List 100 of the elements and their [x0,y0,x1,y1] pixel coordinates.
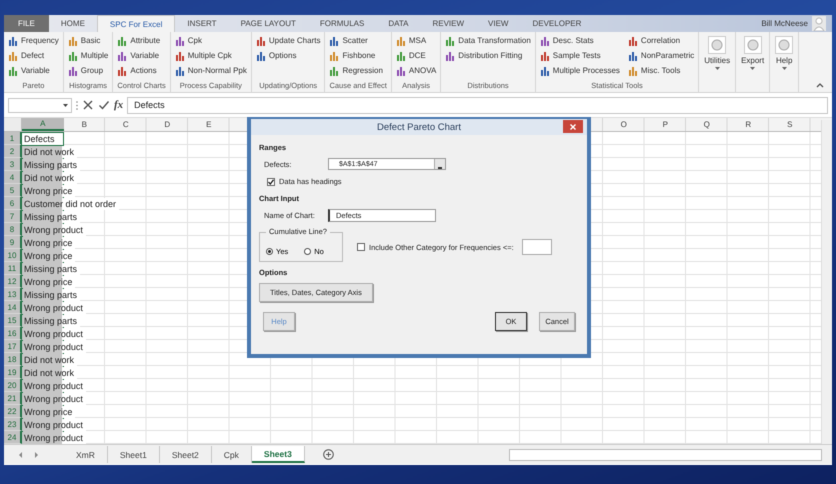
row-header[interactable]: 15 [4,314,22,327]
ribbon-tab[interactable]: FORMULAS [308,15,376,32]
row-header[interactable]: 12 [4,275,22,288]
row-header[interactable]: 3 [4,158,22,171]
row-header[interactable]: 9 [4,236,22,249]
row-header[interactable]: 7 [4,210,22,223]
ribbon-item[interactable]: Options [256,49,320,62]
row-header[interactable]: 16 [4,327,22,340]
row-header[interactable]: 8 [4,223,22,236]
row-header[interactable]: 11 [4,262,22,275]
column-header[interactable]: E [188,118,230,131]
ribbon-item[interactable]: Distribution Fitting [445,49,531,62]
ribbon-item[interactable]: Attribute [117,34,160,47]
sheet-tab[interactable]: Sheet1 [108,446,160,463]
column-header[interactable]: D [146,118,188,131]
row-header[interactable]: 14 [4,301,22,314]
ribbon-item[interactable]: Fishbone [329,49,383,62]
checkbox[interactable] [357,243,365,251]
function-button[interactable]: fx [114,99,124,111]
sheet-tab[interactable]: Sheet3 [252,446,305,463]
chart-icon [445,50,456,61]
ribbon-tab[interactable]: PAGE LAYOUT [228,15,308,32]
column-header[interactable]: B [64,118,105,131]
row-header[interactable]: 6 [4,197,22,210]
row-header[interactable]: 20 [4,379,22,392]
vertical-scrollbar[interactable] [821,120,832,447]
name-box[interactable] [8,98,72,112]
chart-icon [8,65,18,76]
check-icon[interactable] [98,99,110,111]
row-header[interactable]: 21 [4,392,22,405]
ribbon-item[interactable]: Multiple Cpk [174,49,247,62]
ribbon-item[interactable]: MSA [396,34,436,47]
ribbon-button[interactable]: Export [736,32,770,92]
ribbon-item[interactable]: Correlation [628,34,694,47]
ribbon-item[interactable]: Multiple Processes [540,64,620,77]
ribbon-tab[interactable]: FILE [4,15,49,32]
ribbon-item[interactable]: ANOVA [396,64,436,77]
select-all-corner[interactable] [4,118,22,131]
ribbon-tab[interactable]: INSERT [175,15,229,32]
ribbon-item[interactable]: Non-Normal Ppk [174,64,247,77]
ribbon-button[interactable]: Help [770,32,800,92]
column-header[interactable]: C [105,118,146,131]
collapse-icon[interactable] [816,82,824,88]
table-cell: Wrong price [22,236,76,248]
ribbon-item[interactable]: Actions [117,64,160,77]
column-header[interactable]: R [728,118,769,131]
sheet-tab[interactable]: XmR [64,446,108,463]
ribbon-item[interactable]: Data Transformation [445,34,531,47]
ribbon-item[interactable]: Defect [8,49,59,62]
ribbon-item[interactable]: Frequency [8,34,59,47]
ribbon-item[interactable]: Multiple [68,49,108,62]
ribbon-item[interactable]: DCE [396,49,436,62]
formula-field[interactable]: Defects [127,96,828,114]
row-header[interactable]: 22 [4,405,22,418]
row-header[interactable]: 24 [4,431,22,444]
ribbon-item[interactable]: Update Charts [256,34,320,47]
ribbon-item[interactable]: Cpk [174,34,247,47]
row-header[interactable]: 17 [4,340,22,353]
column-header[interactable]: S [769,118,810,131]
table-cell: Wrong price [22,276,76,288]
row-header[interactable]: 18 [4,353,22,366]
ribbon-tab[interactable]: HOME [48,15,97,32]
column-header[interactable]: P [644,118,686,131]
close-button[interactable] [563,120,583,133]
ribbon-item[interactable]: Regression [329,64,383,77]
ribbon-item[interactable]: Variable [8,64,59,77]
chart-icon [117,35,128,46]
row-header[interactable]: 10 [4,249,22,262]
ribbon-item[interactable]: NonParametric [628,49,694,62]
row-header[interactable]: 2 [4,145,22,158]
input-field[interactable] [522,239,552,255]
row-header[interactable]: 19 [4,366,22,379]
ribbon-tab[interactable]: DATA [376,15,420,32]
ribbon-item[interactable]: Sample Tests [540,49,620,62]
ribbon-item[interactable]: Basic [68,34,108,47]
row-header[interactable]: 1 [4,132,22,145]
add-icon[interactable] [322,449,334,460]
user-name[interactable]: Bill McNeese [761,19,808,28]
ribbon-item[interactable]: Misc. Tools [628,64,694,77]
ribbon-tab[interactable]: REVIEW [420,15,476,32]
column-header[interactable]: Q [686,118,728,131]
avatar-icon[interactable] [812,16,826,31]
ribbon-tab[interactable]: DEVELOPER [520,15,594,32]
cancel-icon[interactable] [82,99,94,111]
ribbon-item[interactable]: Group [68,64,108,77]
sheet-tab[interactable]: Sheet2 [160,446,212,463]
row-header[interactable]: 4 [4,171,22,184]
ribbon-item[interactable]: Variable [117,49,160,62]
row-header[interactable]: 5 [4,184,22,197]
ribbon-tab[interactable]: SPC For Excel [96,15,176,32]
ribbon-item[interactable]: Desc. Stats [540,34,620,47]
horizontal-scrollbar[interactable] [509,449,822,461]
chart-icon [628,65,638,76]
column-header[interactable]: O [603,118,644,131]
ribbon-tab[interactable]: VIEW [476,15,520,32]
row-header[interactable]: 23 [4,418,22,431]
ribbon-button[interactable]: Utilities [699,32,736,92]
row-header[interactable]: 13 [4,288,22,301]
ribbon-item[interactable]: Scatter [329,34,383,47]
checkbox[interactable] [267,178,275,186]
